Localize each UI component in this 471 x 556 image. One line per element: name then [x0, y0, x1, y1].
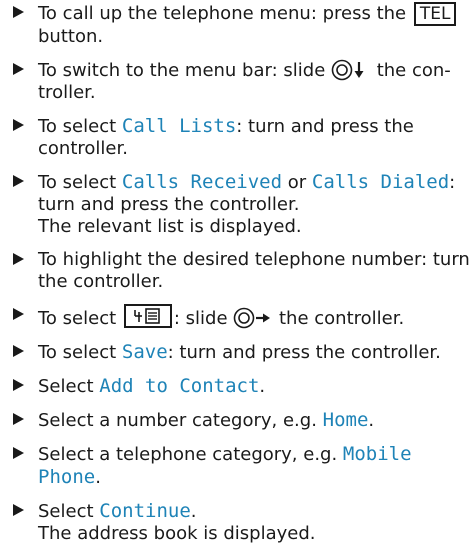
triangle-bullet-icon [13, 345, 24, 357]
menu-item-calls-received: Calls Received [121, 171, 283, 193]
step-10: Select a telephone category, e.g. Mobile… [0, 443, 471, 489]
save-to-phonebook-icon [123, 304, 172, 328]
menu-item-calls-dialed: Calls Dialed [311, 171, 450, 193]
step-1: To call up the telephone menu: press the… [0, 2, 471, 48]
step-text: . [368, 410, 375, 431]
step-text: To select [38, 342, 122, 363]
step-2: To switch to the menu bar: slide the con… [0, 59, 471, 104]
controller-slide-down-icon [331, 59, 371, 81]
step-text: or [282, 172, 312, 193]
step-text: . [190, 501, 197, 522]
triangle-bullet-icon [13, 119, 24, 131]
triangle-bullet-icon [13, 308, 24, 320]
step-text: To select [38, 308, 122, 329]
step-text: To switch to the menu bar: slide [38, 60, 331, 81]
menu-item-continue: Continue [99, 500, 191, 522]
step-text: . [95, 467, 101, 488]
step-11: Select Continue. The address book is dis… [0, 500, 471, 545]
step-text: To select [38, 172, 122, 193]
triangle-bullet-icon [13, 175, 24, 187]
step-text: the controller. [273, 308, 405, 329]
step-text: To highlight the desired telephone numbe… [38, 249, 470, 292]
step-text: Select a number category, e.g. [38, 410, 323, 431]
menu-item-home: Home [322, 409, 369, 431]
step-9: Select a number category, e.g. Home. [0, 409, 471, 432]
triangle-bullet-icon [13, 447, 24, 459]
step-text: To call up the telephone menu: press the [38, 3, 412, 24]
triangle-bullet-icon [13, 504, 24, 516]
triangle-bullet-icon [13, 63, 24, 75]
triangle-bullet-icon [13, 6, 24, 18]
step-result: The relevant list is displayed. [38, 216, 302, 237]
step-text: Select [38, 501, 100, 522]
controller-slide-right-icon [233, 307, 273, 329]
triangle-bullet-icon [13, 413, 24, 425]
step-6: To select : slide the controller. [0, 304, 471, 330]
menu-item-add-to-contact: Add to Contact [99, 375, 260, 397]
step-7: To select Save: turn and press the contr… [0, 341, 471, 364]
step-result: The address book is displayed. [38, 523, 316, 544]
menu-item-save: Save [121, 341, 168, 363]
menu-item-call-lists: Call Lists [121, 115, 237, 137]
step-8: Select Add to Contact. [0, 375, 471, 398]
triangle-bullet-icon [13, 253, 24, 265]
step-text: : turn and press the controller. [167, 342, 441, 363]
tel-key: TEL [413, 2, 457, 26]
step-text: button. [38, 26, 104, 47]
step-5: To highlight the desired telephone numbe… [0, 249, 471, 293]
step-text: Select a telephone category, e.g. [38, 444, 343, 465]
step-text: To select [38, 116, 122, 137]
step-4: To select Calls Received or Calls Dialed… [0, 171, 471, 238]
triangle-bullet-icon [13, 379, 24, 391]
step-text: Select [38, 376, 100, 397]
step-text: : slide [173, 308, 234, 329]
step-3: To select Call Lists: turn and press the… [0, 115, 471, 160]
step-text: . [259, 376, 266, 397]
instruction-list: To call up the telephone menu: press the… [0, 2, 471, 556]
